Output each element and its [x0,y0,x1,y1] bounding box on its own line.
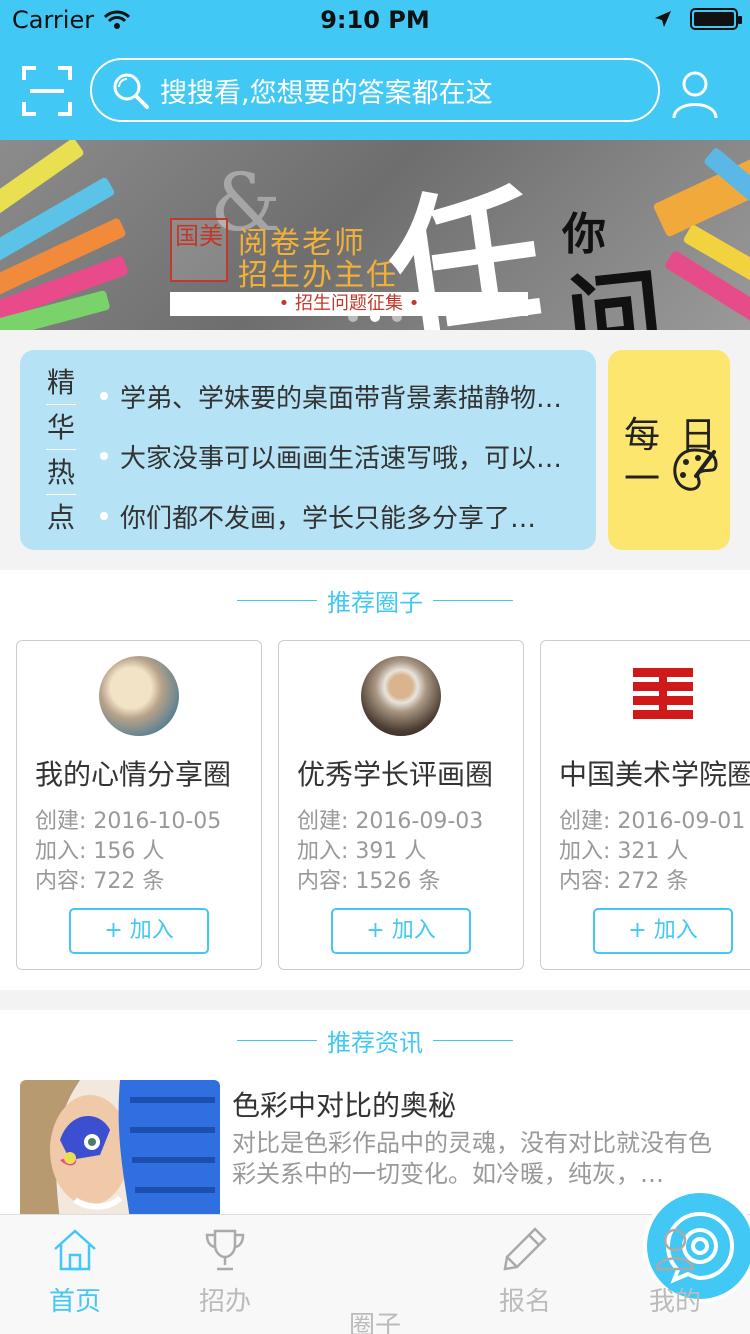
circle-name: 优秀学长评画圈 [297,758,494,791]
home-icon [54,1229,96,1271]
tab-label: 我的 [648,1287,701,1317]
hot-topics-box: 精 华 热 点 学弟、学妹要的桌面带背景素描静物… 大家没事可以画画生活速写哦，… [20,350,596,550]
circle-created: 创建: 2016-10-05 [35,809,222,834]
battery-icon [690,8,742,30]
section-title: 推荐资讯 [0,1022,750,1058]
tab-label: 首页 [48,1287,101,1317]
banner-pagination [0,312,750,322]
hot-topic-item[interactable]: 大家没事可以画画生活速写哦，可以… [100,426,570,486]
banner-seal: 国美 [170,218,228,282]
tab-label: 报名 [498,1287,551,1317]
circle-members: 加入: 156 人 [35,839,165,864]
app-header: Carrier 9:10 PM 搜搜看,您想要的答案都在这 [0,0,750,140]
bullet-icon [100,512,108,520]
tab-mine[interactable]: 我的 [625,1225,725,1318]
join-button[interactable]: + 加入 [331,908,471,954]
hot-title-char: 点 [46,501,75,534]
bullet-icon [100,392,108,400]
status-right [654,8,742,30]
circle-card[interactable]: 我的心情分享圈 创建: 2016-10-05 加入: 156 人 内容: 722… [16,640,262,970]
divider [237,1039,317,1041]
hot-section: 精 华 热 点 学弟、学妹要的桌面带背景素描静物… 大家没事可以画画生活速写哦，… [0,330,750,550]
hot-topic-item[interactable]: 你们都不发画，学长只能多分享了… [100,486,570,546]
hot-topic-text: 学弟、学妹要的桌面带背景素描静物… [120,383,563,414]
hot-topic-item[interactable]: 学弟、学妹要的桌面带背景素描静物… [100,366,570,426]
news-description: 对比是色彩作品中的灵魂，没有对比就没有色彩关系中的一切变化。如冷暖，纯灰，… [232,1129,712,1188]
hot-topic-text: 你们都不发画，学长只能多分享了… [120,503,537,534]
circle-card[interactable]: 优秀学长评画圈 创建: 2016-09-03 加入: 391 人 内容: 152… [278,640,524,970]
recommended-circles-section: 推荐圈子 我的心情分享圈 创建: 2016-10-05 加入: 156 人 内容… [0,570,750,990]
divider [237,599,317,601]
news-title[interactable]: 色彩中对比的奥秘 [232,1084,456,1124]
scan-icon[interactable] [22,66,72,116]
circle-members: 加入: 391 人 [297,839,427,864]
pagination-dot[interactable] [392,312,402,322]
news-image [20,1080,220,1220]
divider [433,1039,513,1041]
circle-created: 创建: 2016-09-03 [297,809,484,834]
daily-painting-button[interactable]: 每 日 一 [608,350,730,550]
tab-home[interactable]: 首页 [25,1225,125,1318]
daily-char: 一 [624,459,661,500]
user-icon [655,1228,695,1271]
banner-line-2: 招生办主任 [238,258,398,293]
clock: 9:10 PM [320,6,430,34]
circle-name: 中国美术学院圈 [559,758,750,791]
hot-topics-title: 精 华 热 点 [46,360,76,540]
hot-title-char: 热 [46,450,76,495]
search-input[interactable]: 搜搜看,您想要的答案都在这 [90,58,660,122]
search-icon [113,73,149,109]
circle-posts: 内容: 1526 条 [297,869,441,894]
hot-title-char: 华 [46,405,76,450]
hot-title-char: 精 [46,360,76,405]
circle-members: 加入: 321 人 [559,839,689,864]
pencil-icon [503,1227,547,1271]
section-title-text: 推荐资讯 [327,1028,423,1057]
user-profile-icon[interactable] [672,70,718,120]
search-placeholder: 搜搜看,您想要的答案都在这 [160,77,493,109]
circle-posts: 内容: 272 条 [559,869,689,894]
palette-icon [673,448,718,491]
hot-topics-list: 学弟、学妹要的桌面带背景素描静物… 大家没事可以画画生活速写哦，可以… 你们都不… [100,366,570,546]
section-title: 推荐圈子 [0,582,750,618]
circle-posts: 内容: 722 条 [35,869,165,894]
news-thumbnail[interactable] [20,1080,220,1220]
status-bar: Carrier 9:10 PM [0,0,750,40]
circle-avatar [361,656,441,736]
tab-circles[interactable]: 圈子 [325,1189,750,1334]
academy-logo-icon [633,668,693,719]
circle-name: 我的心情分享圈 [35,758,232,791]
circle-cards-scroller[interactable]: 我的心情分享圈 创建: 2016-10-05 加入: 156 人 内容: 722… [16,640,750,970]
location-arrow-icon [655,11,671,27]
tab-label: 招办 [198,1287,251,1317]
join-button[interactable]: + 加入 [593,908,733,954]
join-button[interactable]: + 加入 [69,908,209,954]
banner-calligraphy-ren: 任 [378,165,552,330]
circle-avatar [623,656,703,736]
pagination-dot[interactable] [348,312,358,322]
circle-card[interactable]: 中国美术学院圈 创建: 2016-09-01 加入: 321 人 内容: 272… [540,640,750,970]
pagination-dot-active[interactable] [370,312,380,322]
hot-topic-text: 大家没事可以画画生活速写哦，可以… [120,443,563,474]
circle-created: 创建: 2016-09-01 [559,809,746,834]
bottom-tab-bar: 首页 招办 圈子 报名 我的 [0,1189,750,1334]
circle-avatar [99,656,179,736]
recommended-news-section: 推荐资讯 色彩中对比的奥秘 对比是色彩作品中的灵魂，没有对比就没有色彩关系中的一… [0,1010,750,1220]
divider [433,599,513,601]
tab-admissions[interactable]: 招办 [175,1225,275,1318]
bullet-icon [100,452,108,460]
promo-banner[interactable]: & 国美 阅卷老师 招生办主任 • 招生问题征集 • 任 你 问 [0,140,750,330]
tab-signup[interactable]: 报名 [475,1225,575,1318]
section-title-text: 推荐圈子 [327,588,423,617]
trophy-icon [205,1229,245,1271]
tab-label: 圈子 [348,1311,401,1334]
